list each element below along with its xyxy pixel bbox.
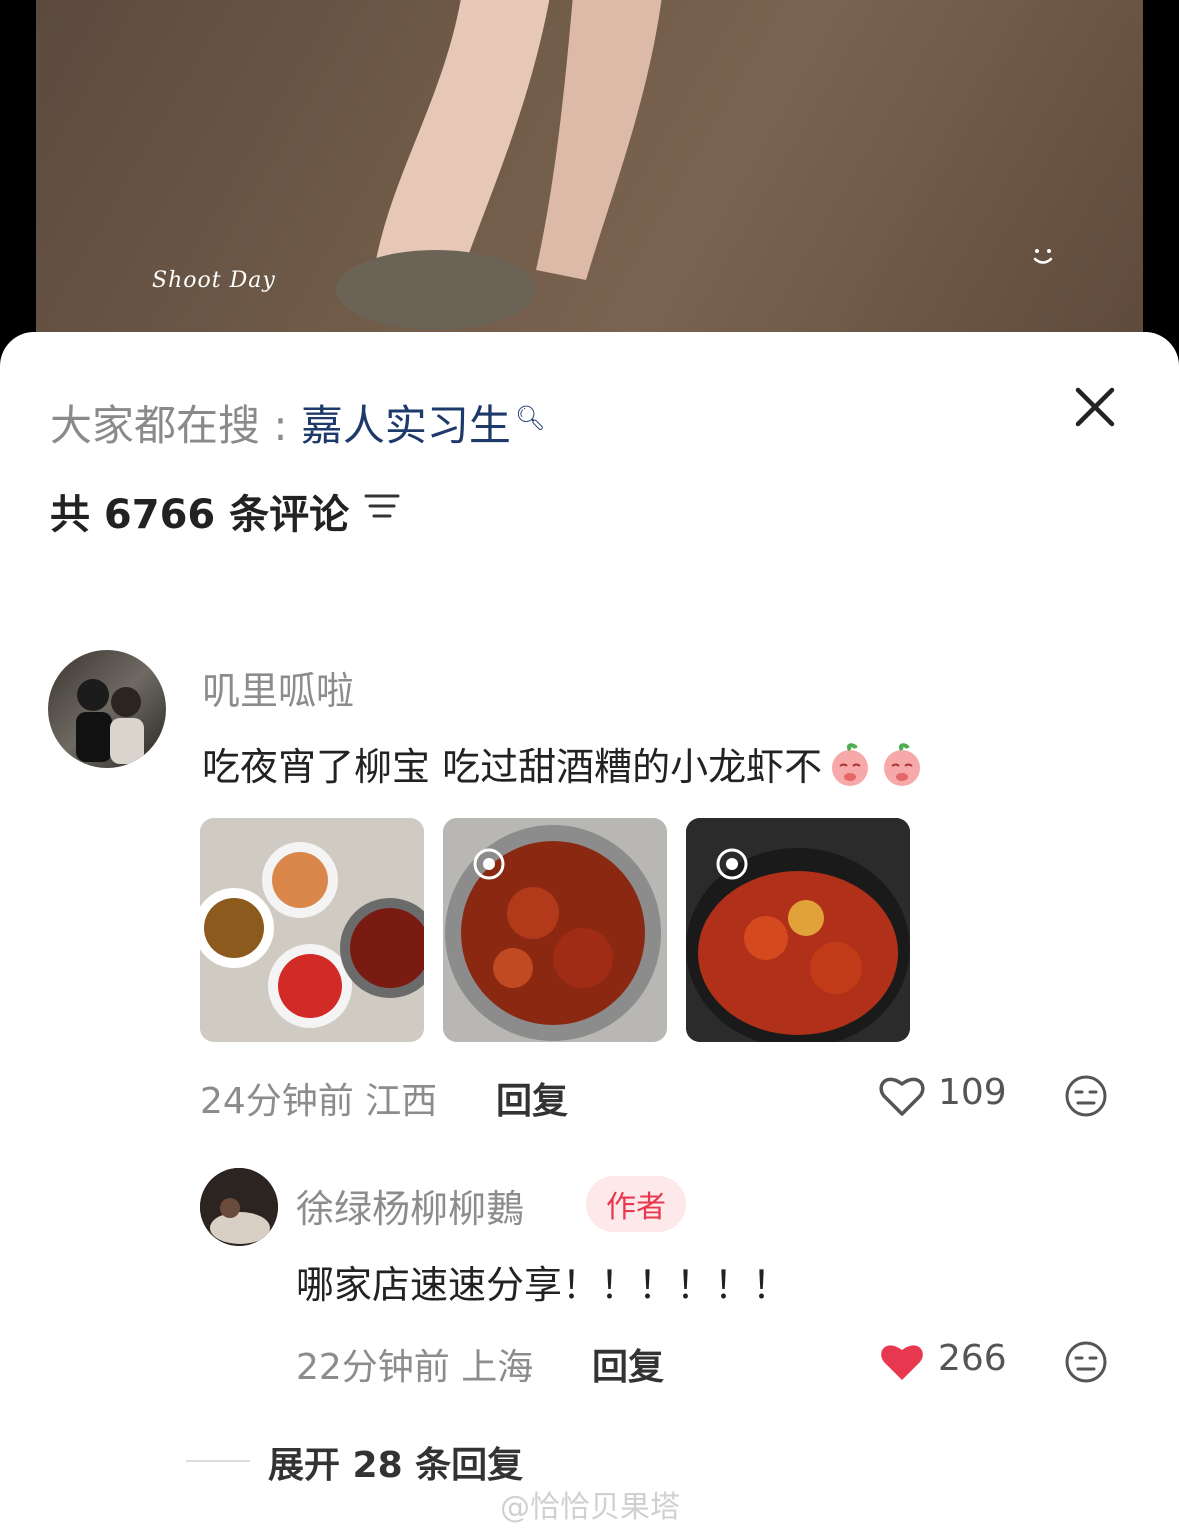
reply-location: 上海 [461, 1347, 534, 1388]
sort-icon[interactable] [362, 490, 402, 522]
heart-icon[interactable] [878, 1074, 926, 1118]
video-player[interactable]: Shoot Day [36, 0, 1143, 360]
dislike-face-icon[interactable] [1064, 1340, 1108, 1384]
dislike-face-icon[interactable] [1064, 1074, 1108, 1118]
food-photo [686, 818, 910, 1042]
reply-button[interactable]: 回复 [496, 1072, 568, 1124]
expand-replies-button[interactable]: 展开 28 条回复 [268, 1436, 523, 1488]
like-count: 266 [938, 1338, 1007, 1379]
watermark: @恰恰贝果塔 [500, 1490, 680, 1525]
search-icon: 🔍︎ [514, 404, 546, 432]
reply-time: 22分钟前 [296, 1347, 450, 1388]
food-photo [443, 818, 667, 1042]
search-suggestion[interactable]: 大家都在搜 : 嘉人实习生 🔍︎ [50, 392, 545, 453]
video-caption: Shoot Day [152, 268, 276, 293]
comment-image[interactable] [200, 818, 424, 1042]
video-frame-image [336, 0, 662, 330]
peach-emoji-icon [884, 743, 921, 786]
avatar-photo [200, 1168, 278, 1246]
reply-meta: 22分钟前 上海 [296, 1338, 533, 1390]
avatar[interactable] [48, 650, 166, 768]
heart-filled-icon[interactable] [878, 1340, 926, 1384]
avatar[interactable] [200, 1168, 278, 1246]
comment-username[interactable]: 叽里呱啦 [202, 660, 354, 715]
smile-icon[interactable] [1028, 240, 1058, 270]
comment-location: 江西 [365, 1081, 438, 1122]
comment-text: 吃夜宵了柳宝 吃过甜酒糟的小龙虾不 [202, 736, 926, 791]
like-count: 109 [938, 1072, 1007, 1113]
reply-text: 哪家店速速分享！！！！！！ [296, 1263, 791, 1307]
comment-count: 共 6766 条评论 [50, 492, 350, 538]
avatar-photo [76, 679, 144, 764]
comment-text-body: 吃夜宵了柳宝 吃过甜酒糟的小龙虾不 [202, 745, 823, 789]
comment-image[interactable] [686, 818, 910, 1042]
comment-sheet: 大家都在搜 : 嘉人实习生 🔍︎ 共 6766 条评论 叽里呱啦 吃夜宵了柳宝 吃… [0, 332, 1179, 1532]
peach-emoji-icon [832, 743, 869, 786]
reply-username[interactable]: 徐绿杨柳柳鶈 [296, 1178, 524, 1233]
author-badge: 作者 [586, 1176, 686, 1232]
search-hint-prefix: 大家都在搜 : [50, 401, 301, 450]
comment-image[interactable] [443, 818, 667, 1042]
reply-button[interactable]: 回复 [592, 1338, 664, 1390]
comment-time: 24分钟前 [200, 1081, 354, 1122]
close-icon[interactable] [1070, 382, 1120, 432]
comment-meta: 24分钟前 江西 [200, 1072, 437, 1124]
food-photo [200, 818, 424, 1042]
expand-divider [186, 1460, 250, 1462]
search-hint-keyword[interactable]: 嘉人实习生 [301, 401, 511, 450]
